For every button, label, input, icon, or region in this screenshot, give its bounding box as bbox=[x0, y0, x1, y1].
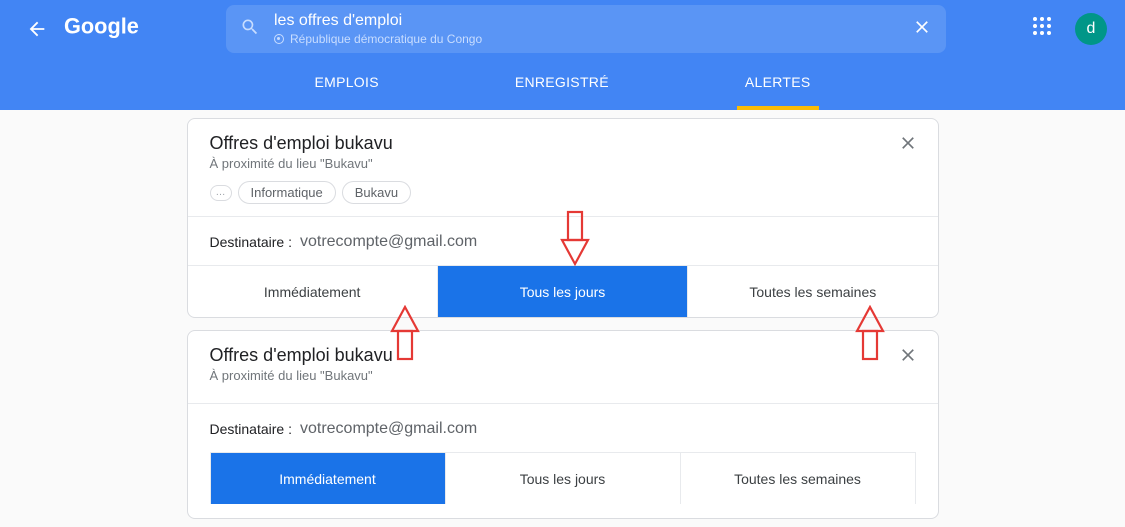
google-logo[interactable]: Google bbox=[64, 11, 156, 48]
alert-card: Offres d'emploi bukavu À proximité du li… bbox=[187, 330, 939, 519]
search-location: République démocratique du Congo bbox=[274, 32, 898, 46]
close-icon bbox=[898, 133, 918, 153]
recipient-label: Destinataire : bbox=[210, 421, 292, 437]
app-header: Google les offres d'emploi République dé… bbox=[0, 0, 1125, 110]
alert-title: Offres d'emploi bukavu bbox=[210, 345, 916, 366]
search-text-block: les offres d'emploi République démocrati… bbox=[274, 12, 898, 46]
freq-weekly[interactable]: Toutes les semaines bbox=[681, 453, 916, 504]
alert-subtitle: À proximité du lieu "Bukavu" bbox=[210, 368, 916, 383]
alert-subtitle: À proximité du lieu "Bukavu" bbox=[210, 156, 916, 171]
recipient-row: Destinataire : votrecompte@gmail.com bbox=[210, 217, 916, 265]
tab-emplois[interactable]: EMPLOIS bbox=[306, 74, 386, 110]
tab-enregistre[interactable]: ENREGISTRÉ bbox=[507, 74, 617, 110]
back-arrow-icon bbox=[26, 18, 48, 40]
frequency-selector: Immédiatement Tous les jours Toutes les … bbox=[210, 452, 916, 504]
freq-weekly[interactable]: Toutes les semaines bbox=[688, 266, 937, 317]
filter-chip[interactable]: Informatique bbox=[238, 181, 336, 204]
dismiss-alert-button[interactable] bbox=[898, 133, 918, 158]
chip-collapse-icon[interactable]: … bbox=[210, 185, 232, 201]
alerts-list: Offres d'emploi bukavu À proximité du li… bbox=[187, 118, 939, 519]
frequency-selector: Immédiatement Tous les jours Toutes les … bbox=[188, 265, 938, 317]
recipient-value: votrecompte@gmail.com bbox=[300, 420, 477, 438]
recipient-label: Destinataire : bbox=[210, 234, 292, 250]
clear-search-button[interactable] bbox=[912, 17, 932, 42]
recipient-row: Destinataire : votrecompte@gmail.com bbox=[210, 404, 916, 452]
search-icon bbox=[240, 17, 260, 42]
filter-chip[interactable]: Bukavu bbox=[342, 181, 411, 204]
search-query: les offres d'emploi bbox=[274, 12, 898, 30]
alert-card: Offres d'emploi bukavu À proximité du li… bbox=[187, 118, 939, 318]
account-avatar[interactable]: d bbox=[1075, 13, 1107, 45]
alert-title: Offres d'emploi bukavu bbox=[210, 133, 916, 154]
recipient-value: votrecompte@gmail.com bbox=[300, 233, 477, 251]
filter-chips-row: … Informatique Bukavu bbox=[210, 181, 916, 204]
freq-daily[interactable]: Tous les jours bbox=[438, 266, 688, 317]
location-text: République démocratique du Congo bbox=[290, 32, 482, 46]
header-top-row: Google les offres d'emploi République dé… bbox=[0, 0, 1125, 58]
dismiss-alert-button[interactable] bbox=[898, 345, 918, 370]
svg-text:Google: Google bbox=[64, 13, 139, 38]
freq-immediate[interactable]: Immédiatement bbox=[188, 266, 438, 317]
tabs-bar: EMPLOIS ENREGISTRÉ ALERTES bbox=[0, 58, 1125, 110]
google-apps-button[interactable] bbox=[1033, 17, 1057, 41]
location-icon bbox=[274, 34, 284, 44]
freq-daily[interactable]: Tous les jours bbox=[446, 453, 681, 504]
avatar-letter: d bbox=[1087, 20, 1096, 38]
search-bar[interactable]: les offres d'emploi République démocrati… bbox=[226, 5, 946, 53]
close-icon bbox=[898, 345, 918, 365]
tab-alertes[interactable]: ALERTES bbox=[737, 74, 819, 110]
freq-immediate[interactable]: Immédiatement bbox=[210, 453, 446, 504]
back-button[interactable] bbox=[25, 17, 49, 41]
close-icon bbox=[912, 17, 932, 37]
